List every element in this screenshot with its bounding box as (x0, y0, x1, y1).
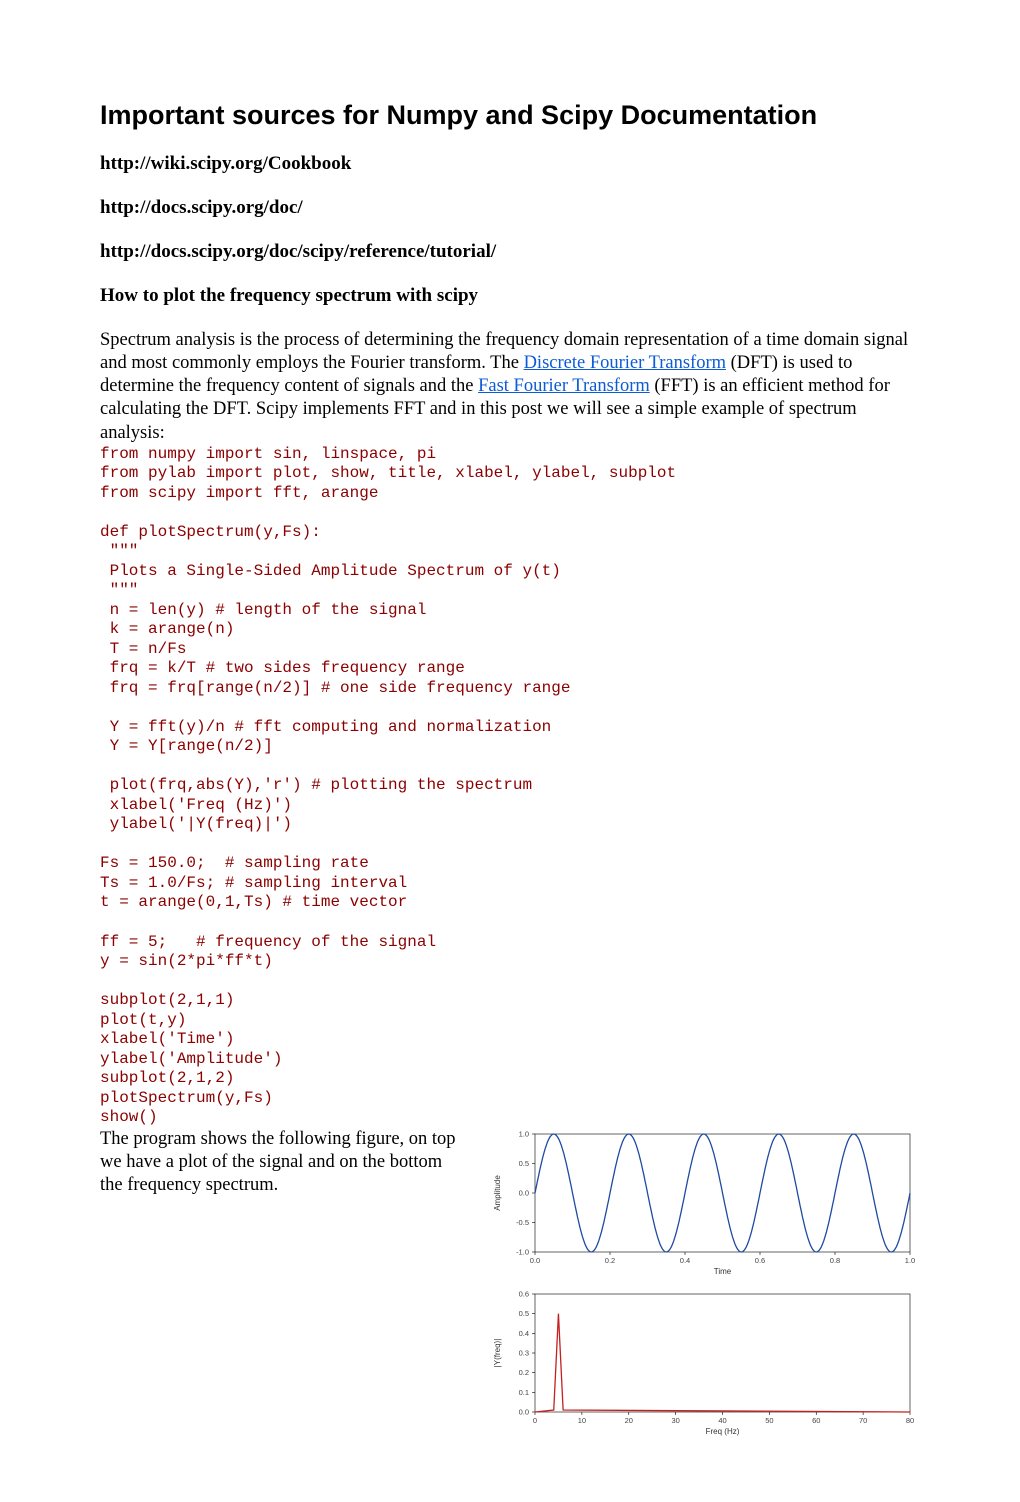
svg-text:|Y(freq)|: |Y(freq)| (493, 1338, 502, 1367)
svg-text:0.0: 0.0 (519, 1188, 529, 1197)
svg-text:0.0: 0.0 (519, 1407, 529, 1416)
resource-link-1: http://wiki.scipy.org/Cookbook (100, 153, 920, 175)
svg-text:Freq (Hz): Freq (Hz) (706, 1427, 740, 1436)
closing-paragraph: The program shows the following figure, … (100, 1128, 466, 1197)
svg-text:Amplitude: Amplitude (493, 1174, 502, 1210)
svg-text:40: 40 (718, 1416, 726, 1425)
svg-text:0.6: 0.6 (755, 1256, 765, 1265)
svg-text:0.2: 0.2 (605, 1256, 615, 1265)
svg-text:0.5: 0.5 (519, 1309, 529, 1318)
svg-text:0: 0 (533, 1416, 537, 1425)
svg-text:0.0: 0.0 (530, 1256, 540, 1265)
svg-text:50: 50 (765, 1416, 773, 1425)
resource-link-2: http://docs.scipy.org/doc/ (100, 197, 920, 219)
svg-text:10: 10 (578, 1416, 586, 1425)
page-title: Important sources for Numpy and Scipy Do… (100, 100, 920, 131)
link-fft[interactable]: Fast Fourier Transform (478, 376, 650, 396)
spectrum-figure: -1.0 -0.5 0.0 0.5 1.0 0.0 0.2 0.4 0.6 0.8 1.0 Time A… (480, 1122, 920, 1442)
svg-text:0.6: 0.6 (519, 1289, 529, 1298)
svg-text:20: 20 (625, 1416, 633, 1425)
svg-text:-0.5: -0.5 (516, 1218, 529, 1227)
svg-text:0.2: 0.2 (519, 1368, 529, 1377)
section-heading: How to plot the frequency spectrum with … (100, 285, 920, 307)
svg-text:0.1: 0.1 (519, 1388, 529, 1397)
intro-paragraph: Spectrum analysis is the process of dete… (100, 329, 920, 445)
svg-text:60: 60 (812, 1416, 820, 1425)
svg-text:1.0: 1.0 (519, 1129, 529, 1138)
svg-text:1.0: 1.0 (905, 1256, 915, 1265)
svg-text:0.4: 0.4 (680, 1256, 690, 1265)
svg-text:80: 80 (906, 1416, 914, 1425)
svg-text:-1.0: -1.0 (516, 1247, 529, 1256)
svg-text:0.8: 0.8 (830, 1256, 840, 1265)
svg-text:0.4: 0.4 (519, 1329, 529, 1338)
svg-text:Time: Time (714, 1267, 732, 1276)
svg-text:30: 30 (671, 1416, 679, 1425)
svg-text:0.3: 0.3 (519, 1348, 529, 1357)
link-dft[interactable]: Discrete Fourier Transform (524, 353, 726, 373)
svg-text:70: 70 (859, 1416, 867, 1425)
code-block: from numpy import sin, linspace, pi from… (100, 445, 920, 1128)
svg-text:0.5: 0.5 (519, 1159, 529, 1168)
resource-link-3: http://docs.scipy.org/doc/scipy/referenc… (100, 241, 920, 263)
